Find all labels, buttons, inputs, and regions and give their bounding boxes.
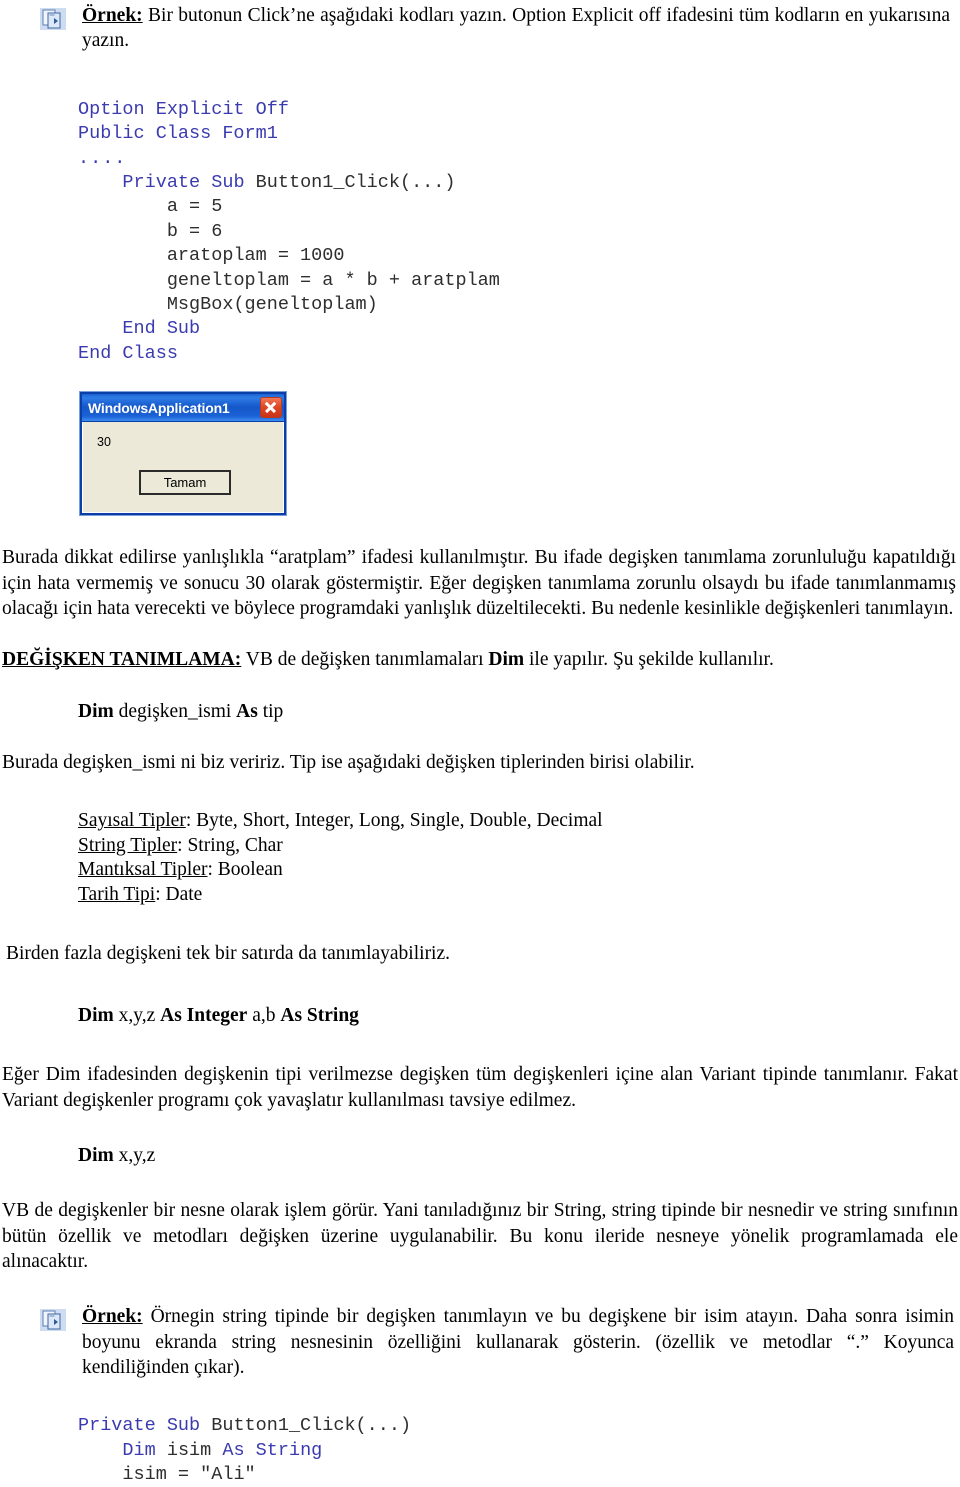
code1-line-8-indent xyxy=(78,294,167,315)
code1-line-2: .... xyxy=(78,147,127,169)
syntax-multi-line: Dim x,y,z As Integer a,b As String xyxy=(0,1003,960,1028)
syntax-multi-vars2: a,b xyxy=(247,1004,281,1026)
type-label: Mantıksal Tipler xyxy=(78,859,208,881)
code1-line-3-indent xyxy=(78,172,122,193)
type-values: : Boolean xyxy=(207,859,283,881)
code2-line-0-keyword: Private Sub xyxy=(78,1415,212,1437)
syntax-dim-type: tip xyxy=(257,700,284,722)
type-label: Tarih Tipi xyxy=(78,883,156,905)
type-values: : Byte, Short, Integer, Long, Single, Do… xyxy=(185,810,603,832)
code2-line-1-plain: isim xyxy=(166,1439,223,1461)
code1-line-4-indent xyxy=(78,196,167,217)
type-list-item: Sayısal Tipler: Byte, Short, Integer, Lo… xyxy=(78,809,960,834)
messagebox-body: 30 Tamam xyxy=(82,422,284,514)
copy-pages-icon xyxy=(40,8,66,30)
messagebox-wrapper: WindowsApplication1 30 Tamam xyxy=(0,392,960,516)
code1-line-1: Public Class Form1 xyxy=(78,123,278,145)
type-label: Sayısal Tipler xyxy=(78,810,186,832)
example-1-text: Bir butonun Click’ne aşağıdaki kodları y… xyxy=(82,5,950,52)
code1-line-4-plain: a = 5 xyxy=(166,196,223,218)
messagebox-ok-button[interactable]: Tamam xyxy=(139,470,231,496)
example-2-label: Örnek: xyxy=(82,1306,143,1328)
syntax-multi-as-integer: As Integer xyxy=(160,1004,248,1026)
paragraph-object: VB de degişkenler bir nesne olarak işlem… xyxy=(2,1200,958,1272)
example-2-text: Örnegin string tipinde bir degişken tanı… xyxy=(82,1306,954,1378)
example-block-1: Örnek: Bir butonun Click’ne aşağıdaki ko… xyxy=(0,0,960,54)
code-block-1: Option Explicit Off Public Class Form1 .… xyxy=(0,98,960,366)
syntax-multi-vars1: x,y,z xyxy=(113,1004,161,1026)
example-block-2: Örnek: Örnegin string tipinde bir degişk… xyxy=(0,1304,960,1380)
type-values: : Date xyxy=(155,883,203,905)
code2-line-2-plain: isim = "Ali" xyxy=(122,1464,256,1486)
syntax-variant-dim: Dim xyxy=(78,1144,114,1166)
type-label: String Tipler xyxy=(78,834,178,856)
code2-line-1-keyword: Dim xyxy=(122,1439,167,1461)
type-list-item: Tarih Tipi: Date xyxy=(78,883,960,908)
type-values: : String, Char xyxy=(177,834,283,856)
example-1-label: Örnek: xyxy=(82,5,143,26)
code1-line-7-plain: geneltoplam = a * b + aratplam xyxy=(166,269,500,291)
messagebox-titlebar: WindowsApplication1 xyxy=(82,394,284,423)
code2-line-1-indent xyxy=(78,1440,122,1461)
example-1-paragraph: Örnek: Bir butonun Click’ne aşağıdaki ko… xyxy=(82,3,950,54)
type-list-item: String Tipler: String, Char xyxy=(78,834,960,859)
code1-line-10-keyword: End Class xyxy=(78,342,178,364)
syntax-dim-line: Dim degişken_ismi As tip xyxy=(0,699,960,724)
syntax-variant-vars: x,y,z xyxy=(113,1144,156,1166)
type-list-item: Mantıksal Tipler: Boolean xyxy=(78,858,960,883)
document-page: Örnek: Bir butonun Click’ne aşağıdaki ko… xyxy=(0,0,960,1485)
code1-line-9-keyword: End Sub xyxy=(122,318,201,340)
code1-line-6-plain: aratoplam = 1000 xyxy=(166,245,345,267)
paragraph-aratplam: Burada dikkat edilirse yanlışlıkla “arat… xyxy=(2,547,956,619)
close-icon[interactable] xyxy=(260,397,282,419)
paragraph-multi-declare: Birden fazla degişkeni tek bir satırda d… xyxy=(6,943,451,965)
heading-degisken-label: DEĞİŞKEN TANIMLAMA: xyxy=(2,649,242,671)
heading-degisken-rest-2: ile yapılır. Şu şekilde kullanılır. xyxy=(524,649,774,671)
type-list: Sayısal Tipler: Byte, Short, Integer, Lo… xyxy=(0,809,960,907)
code1-line-8-plain: MsgBox(geneltoplam) xyxy=(166,293,378,315)
code1-line-5-plain: b = 6 xyxy=(166,220,223,242)
copy-pages-icon xyxy=(40,1309,66,1332)
heading-degisken-dim: Dim xyxy=(488,649,525,671)
code2-line-1-keyword2: As String xyxy=(222,1439,323,1461)
code-block-2: Private Sub Button1_Click(...) Dim isim … xyxy=(0,1414,960,1487)
syntax-variant-line: Dim x,y,z xyxy=(0,1143,960,1168)
messagebox-title: WindowsApplication1 xyxy=(88,399,230,416)
code2-line-0-plain: Button1_Click(...) xyxy=(211,1415,412,1437)
code1-line-5-indent xyxy=(78,221,167,242)
syntax-dim-as: As xyxy=(236,700,258,722)
syntax-dim-name: degişken_ismi xyxy=(113,700,237,722)
paragraph-tip: Burada degişken_ismi ni biz veririz. Tip… xyxy=(2,751,695,773)
syntax-dim-keyword: Dim xyxy=(78,700,114,722)
paragraph-variant: Eğer Dim ifadesinden degişkenin tipi ver… xyxy=(2,1064,958,1111)
messagebox-window: WindowsApplication1 30 Tamam xyxy=(80,392,286,516)
code2-line-2-indent xyxy=(78,1464,122,1485)
code1-line-7-indent xyxy=(78,270,167,291)
code1-line-0: Option Explicit Off xyxy=(78,98,289,120)
heading-degisken-tanimlama: DEĞİŞKEN TANIMLAMA: VB de değişken tanım… xyxy=(0,647,960,672)
example-2-paragraph: Örnek: Örnegin string tipinde bir degişk… xyxy=(82,1304,954,1380)
code1-line-3-keyword: Private Sub xyxy=(122,171,256,193)
heading-degisken-rest-1: VB de değişken tanımlamaları xyxy=(241,649,489,671)
code1-line-9-indent xyxy=(78,318,122,339)
code1-line-6-indent xyxy=(78,245,167,266)
messagebox-message: 30 xyxy=(97,435,111,450)
code1-line-3-plain: Button1_Click(...) xyxy=(255,171,456,193)
syntax-multi-as-string: As String xyxy=(280,1004,359,1026)
syntax-multi-dim: Dim xyxy=(78,1004,114,1026)
